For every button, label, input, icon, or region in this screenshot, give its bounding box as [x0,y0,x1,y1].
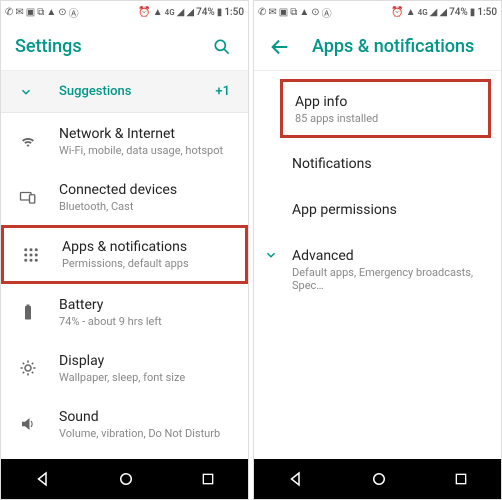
sync-icon: ⊙ [311,7,319,18]
download-icon: ▲ [299,7,309,18]
chevron-down-icon [19,85,33,99]
status-bar: ✆ ✉ ▣ ⧉ ▲ ⊙ Ⓐ ⏰ ▲ 4G ◢ ◢ 74% ▮ 1:50 [254,1,501,23]
back-nav-button[interactable] [287,470,305,488]
whatsapp-icon: ✆ [258,7,266,18]
settings-item-storage[interactable]: Storage 63% used - 11.75 GB free [1,452,248,459]
apps-icon [22,246,40,264]
suggestions-row[interactable]: Suggestions +1 [1,71,248,113]
status-icons-right: ⏰ ▲ 4G ◢ ◢ 74% ▮ 1:50 [138,7,244,18]
item-title: Display [59,353,232,369]
item-title: Network & Internet [59,126,232,142]
phone-right: ✆ ✉ ▣ ⧉ ▲ ⊙ Ⓐ ⏰ ▲ 4G ◢ ◢ 74% ▮ 1:50 Apps… [253,0,502,500]
image-icon: ▣ [279,7,288,18]
suggestions-label: Suggestions [59,84,131,99]
apps-item-permissions[interactable]: App permissions [254,188,501,234]
clock-time: 1:50 [224,7,244,18]
app-icon: Ⓐ [322,5,332,20]
clock-time: 1:50 [477,7,497,18]
nav-bar [254,459,501,499]
settings-item-connected[interactable]: Connected devices Bluetooth, Cast [1,169,248,225]
phone-left: ✆ ✉ ▣ ⧉ ▲ ⊙ Ⓐ ⏰ ▲ 4G ◢ ◢ 74% ▮ 1:50 Sett… [0,0,249,500]
recent-nav-button[interactable] [200,471,216,487]
alarm-icon: ⏰ [138,7,150,18]
wifi-icon: ▲ [153,7,163,18]
dropbox-icon: ⧉ [290,7,297,18]
page-title: Apps & notifications [312,36,487,57]
image-icon: ▣ [26,7,35,18]
mail-icon: ✉ [268,7,276,18]
header: Settings [1,23,248,71]
page-title: Settings [15,36,210,57]
settings-list: Suggestions +1 Network & Internet Wi-Fi,… [1,71,248,459]
chevron-down-icon [264,248,278,262]
item-sub: Permissions, default apps [62,257,229,270]
back-nav-button[interactable] [34,470,52,488]
item-title: Apps & notifications [62,239,229,255]
recent-nav-button[interactable] [453,471,469,487]
item-sub: Wallpaper, sleep, font size [59,371,232,384]
battery-icon: ▮ [470,7,476,18]
signal-icon-2: ◢ [186,7,194,18]
settings-item-sound[interactable]: Sound Volume, vibration, Do Not Disturb [1,396,248,452]
nav-bar [1,459,248,499]
settings-item-network[interactable]: Network & Internet Wi-Fi, mobile, data u… [1,113,248,169]
network-4g-label: 4G [418,8,428,17]
sync-icon: ⊙ [58,7,66,18]
item-sub: Default apps, Emergency broadcasts, Spec… [292,266,485,292]
battery-icon: ▮ [217,7,223,18]
search-button[interactable] [210,35,234,59]
signal-icon: ◢ [430,7,438,18]
arrow-left-icon [269,36,291,58]
status-icons-left: ✆ ✉ ▣ ⧉ ▲ ⊙ Ⓐ [5,5,79,20]
item-title: Sound [59,409,232,425]
apps-item-appinfo[interactable]: App info 85 apps installed [280,79,491,138]
apps-item-notifications[interactable]: Notifications [254,142,501,188]
wifi-icon: ▲ [406,7,416,18]
item-title: Battery [59,297,232,313]
status-icons-left: ✆ ✉ ▣ ⧉ ▲ ⊙ Ⓐ [258,5,332,20]
apps-item-advanced[interactable]: Advanced Default apps, Emergency broadca… [254,234,501,306]
battery-icon [19,303,37,321]
dropbox-icon: ⧉ [37,7,44,18]
status-bar: ✆ ✉ ▣ ⧉ ▲ ⊙ Ⓐ ⏰ ▲ 4G ◢ ◢ 74% ▮ 1:50 [1,1,248,23]
item-sub: Volume, vibration, Do Not Disturb [59,427,232,440]
item-sub: 85 apps installed [295,112,472,125]
battery-percent: 74% [196,7,215,18]
item-sub: Bluetooth, Cast [59,200,232,213]
settings-item-battery[interactable]: Battery 74% - about 9 hrs left [1,284,248,340]
display-icon [19,359,37,377]
item-sub: 74% - about 9 hrs left [59,315,232,328]
suggestions-count: +1 [215,84,230,99]
item-title: Advanced [292,248,485,264]
item-title: App info [295,94,472,110]
header: Apps & notifications [254,23,501,71]
network-4g-label: 4G [165,8,175,17]
wifi-icon [19,132,37,150]
item-title: App permissions [292,202,485,218]
settings-item-apps[interactable]: Apps & notifications Permissions, defaul… [1,225,248,284]
item-title: Notifications [292,156,485,172]
settings-item-display[interactable]: Display Wallpaper, sleep, font size [1,340,248,396]
back-button[interactable] [268,35,292,59]
status-icons-right: ⏰ ▲ 4G ◢ ◢ 74% ▮ 1:50 [391,7,497,18]
item-sub: Wi-Fi, mobile, data usage, hotspot [59,144,232,157]
signal-icon-2: ◢ [439,7,447,18]
whatsapp-icon: ✆ [5,7,13,18]
download-icon: ▲ [46,7,56,18]
devices-icon [19,188,37,206]
home-nav-button[interactable] [117,470,135,488]
alarm-icon: ⏰ [391,7,403,18]
item-title: Connected devices [59,182,232,198]
mail-icon: ✉ [15,7,23,18]
signal-icon: ◢ [177,7,185,18]
home-nav-button[interactable] [370,470,388,488]
apps-list: App info 85 apps installed Notifications… [254,71,501,459]
sound-icon [19,415,37,433]
battery-percent: 74% [449,7,468,18]
search-icon [212,37,232,57]
app-icon: Ⓐ [69,5,79,20]
